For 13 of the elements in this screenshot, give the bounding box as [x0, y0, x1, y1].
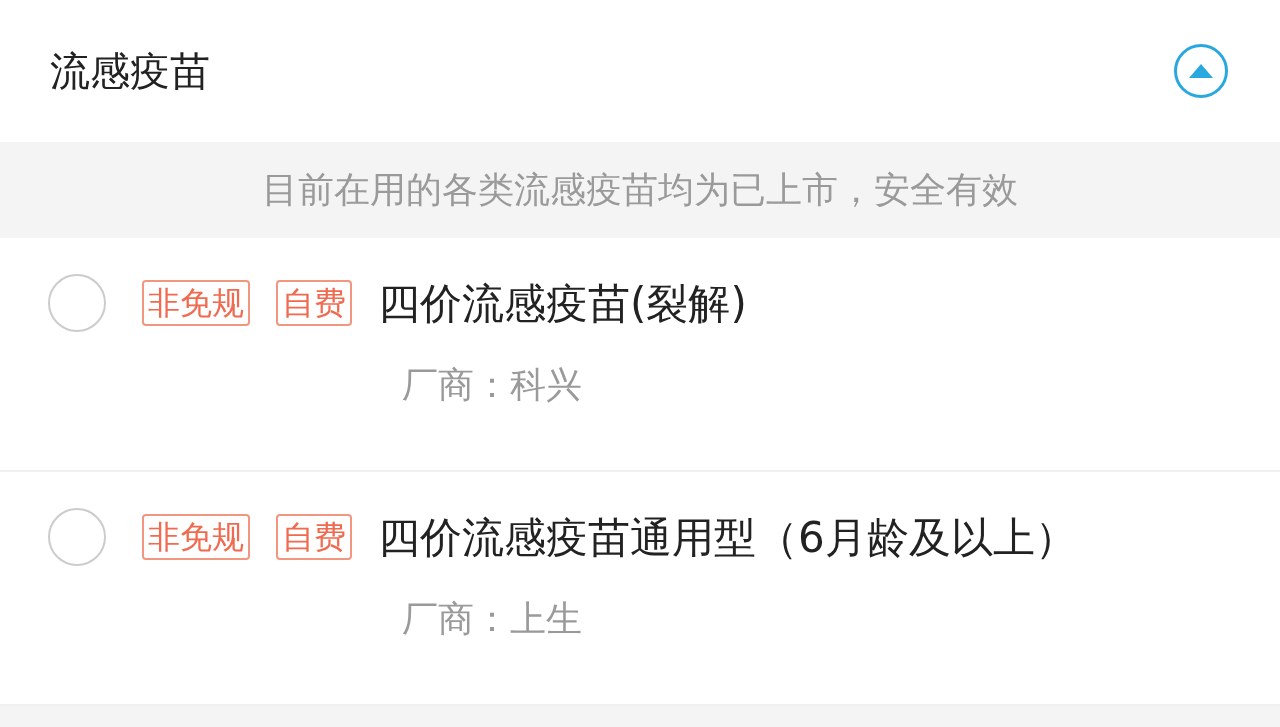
vaccine-name: 四价流感疫苗通用型（6月龄及以上） — [378, 511, 1077, 564]
radio-button[interactable] — [48, 508, 106, 566]
section-title: 流感疫苗 — [50, 47, 210, 96]
tag: 非免规 — [142, 280, 250, 326]
radio-button[interactable] — [48, 274, 106, 332]
tag: 非免规 — [142, 514, 250, 560]
collapse-button[interactable] — [1174, 44, 1228, 98]
tag: 自费 — [276, 280, 352, 326]
triangle-icon — [1189, 64, 1213, 78]
tag: 自费 — [276, 514, 352, 560]
manufacturer-text: 厂商：科兴 — [402, 363, 582, 407]
vaccine-name: 四价流感疫苗(裂解) — [378, 277, 747, 330]
manufacturer-text: 厂商：上生 — [402, 597, 582, 641]
